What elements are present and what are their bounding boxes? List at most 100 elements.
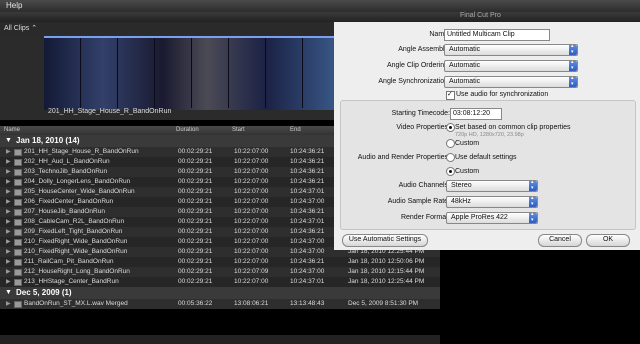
clip-name: 213_HHStage_Center_BandRun [24, 278, 119, 285]
disclosure-triangle-icon[interactable]: ▶ [6, 168, 11, 175]
clip-icon [14, 199, 22, 206]
clip-duration: 00:02:29:21 [178, 228, 213, 235]
clip-end: 13:13:48:43 [290, 300, 325, 307]
table-row[interactable]: ▶ BandOnRun_ST_MX.L.wav Merged 00:05:36:22… [0, 299, 440, 309]
clip-name: 201_HH_Stage_House_R_BandOnRun [24, 148, 139, 155]
clip-start: 10:22:07:00 [234, 198, 269, 205]
disclosure-triangle-icon[interactable]: ▶ [6, 248, 11, 255]
cancel-button[interactable]: Cancel [538, 234, 582, 247]
angle-assembly-popup[interactable]: Automatic [444, 43, 578, 56]
clip-name: 212_HouseRight_Long_BandOnRun [24, 268, 130, 275]
audio-custom-radio[interactable] [446, 167, 455, 176]
column-header-start[interactable]: Start [232, 127, 245, 133]
clip-duration: 00:02:29:21 [178, 278, 213, 285]
table-row[interactable]: ▶ 211_RailCam_Pit_BandOnRun 00:02:29:21 10:… [0, 257, 440, 267]
clip-icon [14, 179, 22, 186]
starting-tc-value: 03:08:12:20 [453, 110, 490, 117]
angle-clip-ordering-value: Automatic [449, 62, 481, 69]
clip-duration: 00:02:29:21 [178, 208, 213, 215]
disclosure-triangle-icon[interactable]: ▶ [6, 208, 11, 215]
column-header-end[interactable]: End [290, 127, 301, 133]
clip-date: Jan 18, 2010 12:50:06 PM [348, 258, 425, 265]
render-format-label: Render Format: [400, 214, 450, 221]
filmstrip-clip-label: 201_HH_Stage_House_R_BandOnRun [48, 108, 172, 115]
clip-name: 210_FixedRight_Wide_BandOnRun [24, 248, 128, 255]
angle-clip-ordering-popup[interactable]: Automatic [444, 59, 578, 72]
clip-icon [14, 159, 22, 166]
render-format-popup[interactable]: Apple ProRes 422 [446, 211, 538, 224]
disclosure-triangle-icon[interactable]: ▶ [6, 268, 11, 275]
disclosure-triangle-icon[interactable]: ▶ [6, 158, 11, 165]
clip-end: 10:24:37:01 [290, 188, 325, 195]
audio-channels-value: Stereo [451, 182, 472, 189]
clip-name: 210_FixedRight_Wide_BandOnRun [24, 238, 128, 245]
audio-channels-popup[interactable]: Stereo [446, 179, 538, 192]
audio-default-radio[interactable] [446, 153, 455, 162]
clip-start: 13:08:06:21 [234, 300, 269, 307]
audio-rate-value: 48kHz [451, 198, 471, 205]
disclosure-triangle-icon[interactable]: ▶ [6, 258, 11, 265]
disclosure-triangle-icon[interactable]: ▶ [6, 178, 11, 185]
filmstrip-thumbnails[interactable] [44, 36, 340, 110]
thumbnail [229, 38, 266, 108]
thumbnail [118, 38, 155, 108]
use-automatic-settings-button[interactable]: Use Automatic Settings [342, 234, 428, 247]
popup-arrows-icon [569, 75, 577, 87]
disclosure-triangle-icon[interactable]: ▶ [6, 238, 11, 245]
clip-start: 10:22:07:00 [234, 178, 269, 185]
clips-filter-bar: All Clips ⌃ [0, 22, 340, 34]
menu-help[interactable]: Help [6, 1, 22, 10]
clip-start: 10:22:07:09 [234, 268, 269, 275]
starting-tc-field[interactable]: 03:08:12:20 [450, 108, 502, 120]
popup-arrows-icon [529, 211, 537, 223]
cancel-label: Cancel [549, 236, 571, 243]
audio-channels-label: Audio Channels: [398, 182, 450, 189]
angle-sync-popup[interactable]: Automatic [444, 75, 578, 88]
clip-name: 205_HouseCenter_Wide_BandOnRun [24, 188, 135, 195]
disclosure-triangle-icon[interactable]: ▶ [6, 188, 11, 195]
table-row[interactable]: ▶ 213_HHStage_Center_BandRun 00:02:29:21 10… [0, 277, 440, 287]
clip-end: 10:24:36:21 [290, 158, 325, 165]
clip-name: 208_CableCam_R2L_BandOnRun [24, 218, 125, 225]
clip-icon [14, 209, 22, 216]
clip-date: Jan 18, 2010 12:25:44 PM [348, 278, 425, 285]
clip-icon [14, 219, 22, 226]
disclosure-triangle-icon[interactable]: ▶ [6, 218, 11, 225]
table-row[interactable]: ▶ 212_HouseRight_Long_BandOnRun 00:02:29:2… [0, 267, 440, 277]
name-field[interactable]: Untitled Multicam Clip [444, 29, 550, 41]
clip-duration: 00:02:29:21 [178, 178, 213, 185]
thumbnail [44, 38, 81, 108]
angle-sync-value: Automatic [449, 78, 481, 85]
disclosure-triangle-icon[interactable]: ▶ [6, 278, 11, 285]
clip-date: Dec 5, 2009 8:51:30 PM [348, 300, 419, 307]
disclosure-triangle-icon[interactable]: ▶ [6, 228, 11, 235]
column-header-name[interactable]: Name [4, 127, 20, 133]
ok-button[interactable]: OK [586, 234, 630, 247]
angle-sync-label: Angle Synchronization: [378, 78, 450, 85]
audio-rate-popup[interactable]: 48kHz [446, 195, 538, 208]
thumbnail [266, 38, 303, 108]
popup-arrows-icon [529, 195, 537, 207]
clip-end: 10:24:37:00 [290, 198, 325, 205]
disclosure-triangle-icon[interactable]: ▶ [6, 148, 11, 155]
clip-end: 10:24:36:21 [290, 168, 325, 175]
disclosure-triangle-icon[interactable]: ▼ [5, 289, 12, 296]
thumbnail [155, 38, 192, 108]
use-automatic-settings-label: Use Automatic Settings [348, 236, 422, 243]
clip-start: 10:22:07:00 [234, 208, 269, 215]
thumbnail [192, 38, 229, 108]
all-clips-selector[interactable]: All Clips ⌃ [4, 24, 37, 32]
disclosure-triangle-icon[interactable]: ▼ [5, 137, 12, 144]
disclosure-triangle-icon[interactable]: ▶ [6, 198, 11, 205]
clip-start: 10:22:07:00 [234, 228, 269, 235]
use-audio-sync-checkbox[interactable] [446, 90, 455, 100]
video-format-detail: 720p HD, 1280x720, 23.98p [455, 132, 524, 138]
audio-rate-label: Audio Sample Rate: [387, 198, 450, 205]
video-custom-radio[interactable] [446, 139, 455, 148]
disclosure-triangle-icon[interactable]: ▶ [6, 300, 11, 307]
clip-icon [14, 301, 22, 308]
audio-custom-label: Custom [455, 168, 480, 175]
column-header-duration[interactable]: Duration [176, 127, 199, 133]
list-group-header[interactable]: ▼ Dec 5, 2009 (1) [0, 287, 440, 299]
video-common-radio[interactable] [446, 123, 455, 132]
